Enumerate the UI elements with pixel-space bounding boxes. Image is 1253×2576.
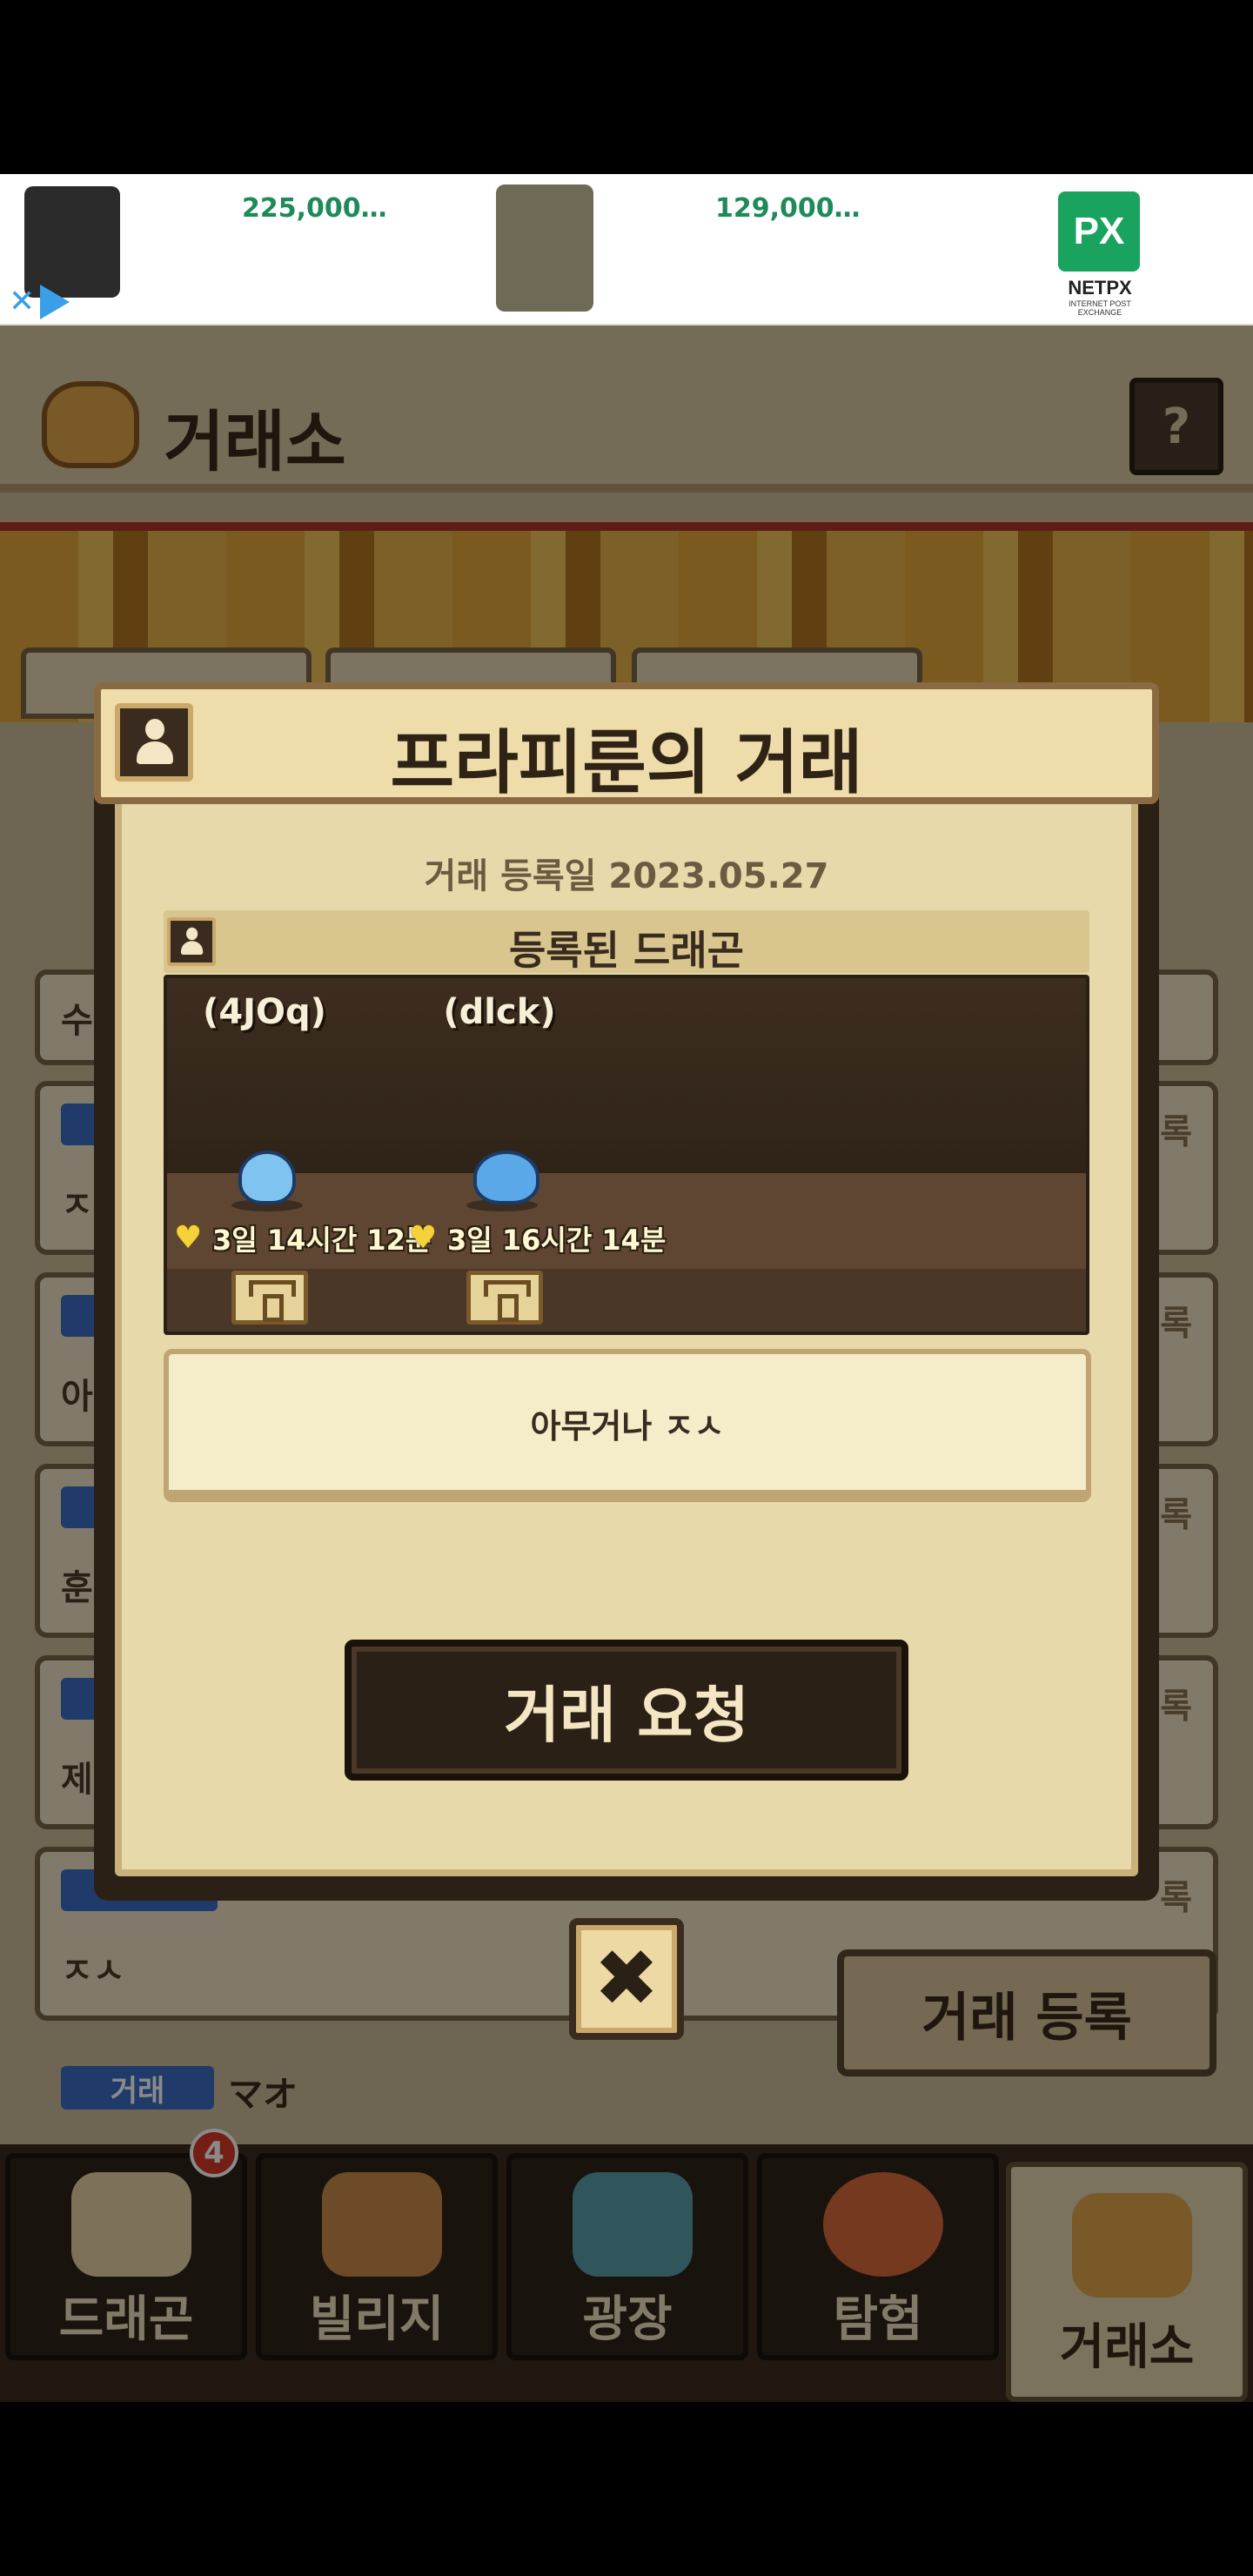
- family-tree-button[interactable]: [466, 1271, 543, 1325]
- close-icon: ✖: [593, 1933, 660, 2024]
- play-triangle-icon[interactable]: [40, 285, 70, 319]
- netpx-logo-tagline: INTERNET POST EXCHANGE: [1069, 299, 1131, 317]
- dragon-slot[interactable]: (dlck) ♥ 3일 16시간 14분: [409, 978, 666, 1332]
- ad-price-1[interactable]: 225,000…: [242, 193, 387, 224]
- close-button[interactable]: ✖: [569, 1918, 684, 2040]
- family-tree-button[interactable]: [231, 1271, 308, 1325]
- heart-icon: ♥: [174, 1220, 203, 1256]
- ad-controls: ✕: [9, 282, 104, 322]
- section-title: 등록된 드래곤: [509, 927, 744, 974]
- dragon-baby-sprite[interactable]: [473, 1150, 539, 1204]
- dragon-name: (4JOq): [203, 992, 326, 1032]
- dragon-field: (4JOq) ♥ 3일 14시간 12분 (dlck) ♥ 3일 16시간 14…: [164, 975, 1089, 1335]
- family-tree-icon: [484, 1280, 531, 1322]
- screen: 225,000… 129,000… PX NETPX INTERNET POST…: [0, 0, 1253, 2576]
- registered-dragons-panel: 등록된 드래곤 (4JOq) ♥ 3일 14시간 12분 (dlck) ♥ 3일…: [164, 910, 1089, 1335]
- dragon-slot[interactable]: (4JOq) ♥ 3일 14시간 12분: [174, 978, 431, 1332]
- ad-price-2[interactable]: 129,000…: [715, 193, 861, 224]
- trade-message: 아무거나 ㅈㅅ: [530, 1407, 725, 1446]
- section-header: 등록된 드래곤: [164, 910, 1089, 974]
- netpx-logo-name: NETPX: [1068, 277, 1132, 299]
- dragon-timer: ♥ 3일 14시간 12분: [174, 1218, 431, 1258]
- heart-icon: ♥: [409, 1220, 438, 1256]
- timer-text: 3일 14시간 12분: [212, 1224, 432, 1257]
- vest-image-1[interactable]: [24, 186, 120, 298]
- dragon-timer: ♥ 3일 16시간 14분: [409, 1218, 666, 1258]
- dialog-title: 프라피룬의 거래: [390, 722, 863, 803]
- trade-message-box: 아무거나 ㅈㅅ: [164, 1349, 1091, 1502]
- family-tree-icon: [249, 1280, 296, 1322]
- registered-date: 거래 등록일 2023.05.27: [424, 856, 829, 896]
- close-x-icon[interactable]: ✕: [9, 286, 35, 318]
- request-trade-button[interactable]: 거래 요청: [345, 1640, 908, 1781]
- logo-mark: PX: [1073, 210, 1125, 252]
- vest-image-2[interactable]: [496, 184, 593, 312]
- dragon-name: (dlck): [443, 992, 556, 1032]
- dragon-egg-sprite[interactable]: [238, 1150, 296, 1204]
- timer-text: 3일 16시간 14분: [447, 1224, 667, 1257]
- dialog-header: 프라피룬의 거래: [94, 682, 1159, 804]
- ad-banner[interactable]: 225,000… 129,000… PX NETPX INTERNET POST…: [0, 174, 1253, 325]
- netpx-logo[interactable]: PX: [1058, 191, 1140, 272]
